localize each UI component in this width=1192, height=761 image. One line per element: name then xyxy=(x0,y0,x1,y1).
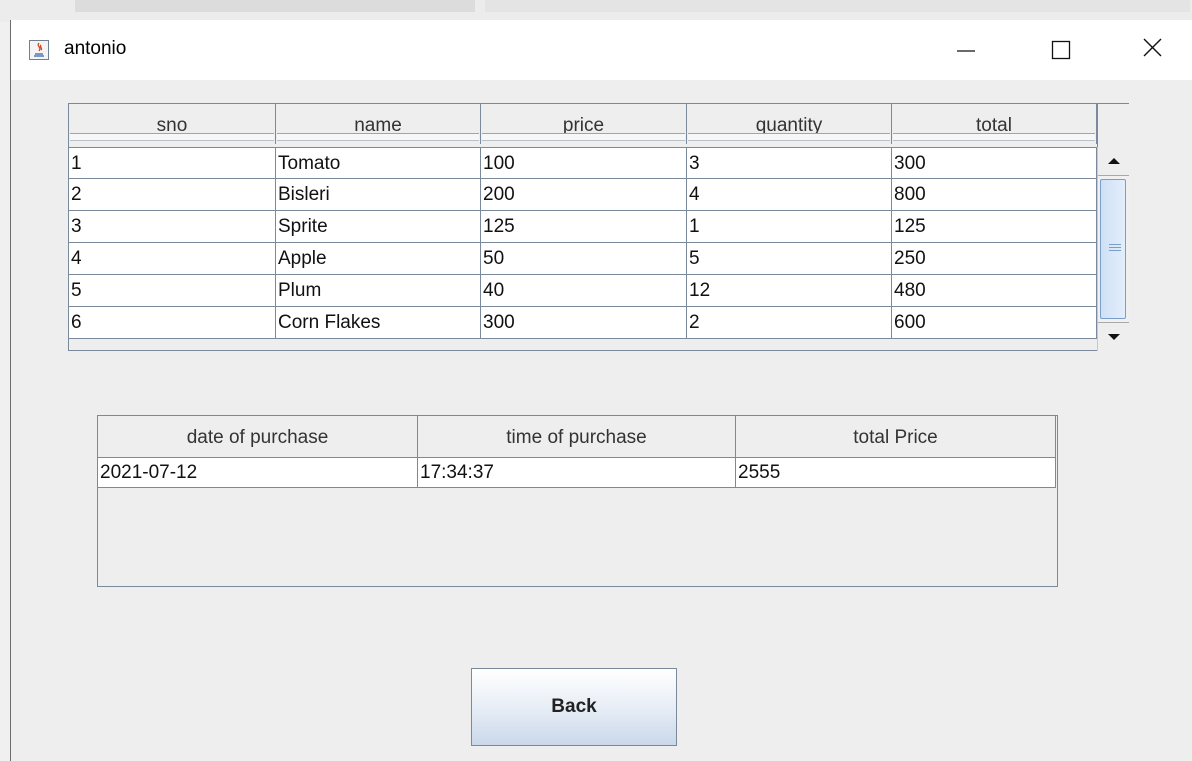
cell-total[interactable]: 250 xyxy=(892,243,1097,275)
background-pane xyxy=(485,0,1190,12)
window-title: antonio xyxy=(64,38,127,59)
cell-sno[interactable]: 3 xyxy=(69,211,276,243)
scroll-down-arrow-icon xyxy=(1107,334,1120,340)
cell-name[interactable]: Sprite xyxy=(276,211,481,243)
cell-sno[interactable]: 2 xyxy=(69,179,276,211)
column-header-price[interactable]: price xyxy=(481,104,687,144)
cell-total[interactable]: 800 xyxy=(892,179,1097,211)
table-row[interactable]: 4 Apple 50 5 250 xyxy=(69,243,1097,275)
thumb-grip xyxy=(1109,244,1121,245)
column-header-time[interactable]: time of purchase xyxy=(418,416,736,458)
table-row[interactable]: 5 Plum 40 12 480 xyxy=(69,275,1097,307)
cell-name[interactable]: Apple xyxy=(276,243,481,275)
scroll-down-button[interactable] xyxy=(1098,322,1129,351)
cell-total[interactable]: 480 xyxy=(892,275,1097,307)
table-row[interactable]: 6 Corn Flakes 300 2 600 xyxy=(69,307,1097,339)
cell-total[interactable]: 125 xyxy=(892,211,1097,243)
cell-total[interactable]: 300 xyxy=(892,147,1097,179)
column-header-sno[interactable]: sno xyxy=(69,104,276,144)
items-table: sno name price quantity total 1 Tomato 1… xyxy=(68,103,1129,351)
cell-sno[interactable]: 6 xyxy=(69,307,276,339)
cell-quantity[interactable]: 1 xyxy=(687,211,892,243)
cell-price[interactable]: 200 xyxy=(481,179,687,211)
scroll-up-button[interactable] xyxy=(1098,147,1129,176)
cell-name[interactable]: Corn Flakes xyxy=(276,307,481,339)
java-app-icon xyxy=(29,40,49,60)
cell-quantity[interactable]: 4 xyxy=(687,179,892,211)
close-icon xyxy=(1143,38,1162,57)
title-bar[interactable]: antonio xyxy=(11,20,1192,80)
cell-quantity[interactable]: 2 xyxy=(687,307,892,339)
summary-table: date of purchase time of purchase total … xyxy=(97,415,1058,587)
close-button[interactable] xyxy=(1135,30,1181,70)
cell-quantity[interactable]: 12 xyxy=(687,275,892,307)
minimize-icon xyxy=(957,50,975,52)
column-header-name[interactable]: name xyxy=(276,104,481,144)
thumb-grip xyxy=(1109,250,1121,251)
table-corner xyxy=(1097,104,1129,147)
cell-quantity[interactable]: 3 xyxy=(687,147,892,179)
maximize-button[interactable] xyxy=(1049,30,1095,70)
app-window: antonio sno name price quantity total 1 … xyxy=(10,20,1192,761)
cell-total[interactable]: 600 xyxy=(892,307,1097,339)
background-window-strip xyxy=(0,0,1192,22)
cell-price[interactable]: 100 xyxy=(481,147,687,179)
cell-name[interactable]: Bisleri xyxy=(276,179,481,211)
cell-total-price[interactable]: 2555 xyxy=(736,458,1056,488)
cell-sno[interactable]: 1 xyxy=(69,147,276,179)
back-button[interactable]: Back xyxy=(471,668,677,746)
cell-date[interactable]: 2021-07-12 xyxy=(98,458,418,488)
column-header-total-price[interactable]: total Price xyxy=(736,416,1056,458)
scroll-up-arrow-icon xyxy=(1107,158,1120,164)
table-row[interactable]: 3 Sprite 125 1 125 xyxy=(69,211,1097,243)
cell-price[interactable]: 40 xyxy=(481,275,687,307)
cell-price[interactable]: 300 xyxy=(481,307,687,339)
background-pane xyxy=(75,0,475,12)
cell-sno[interactable]: 5 xyxy=(69,275,276,307)
cell-sno[interactable]: 4 xyxy=(69,243,276,275)
thumb-grip xyxy=(1109,247,1121,248)
column-header-quantity[interactable]: quantity xyxy=(687,104,892,144)
cell-price[interactable]: 125 xyxy=(481,211,687,243)
column-header-total[interactable]: total xyxy=(892,104,1097,144)
column-header-date[interactable]: date of purchase xyxy=(98,416,418,458)
vertical-scrollbar[interactable] xyxy=(1097,147,1129,351)
cell-time[interactable]: 17:34:37 xyxy=(418,458,736,488)
table-row[interactable]: 1 Tomato 100 3 300 xyxy=(69,147,1097,179)
table-row[interactable]: 2 Bisleri 200 4 800 xyxy=(69,179,1097,211)
maximize-icon xyxy=(1051,40,1071,60)
minimize-button[interactable] xyxy=(949,30,995,70)
scrollbar-thumb[interactable] xyxy=(1100,179,1126,319)
cell-name[interactable]: Plum xyxy=(276,275,481,307)
cell-quantity[interactable]: 5 xyxy=(687,243,892,275)
cell-price[interactable]: 50 xyxy=(481,243,687,275)
cell-name[interactable]: Tomato xyxy=(276,147,481,179)
